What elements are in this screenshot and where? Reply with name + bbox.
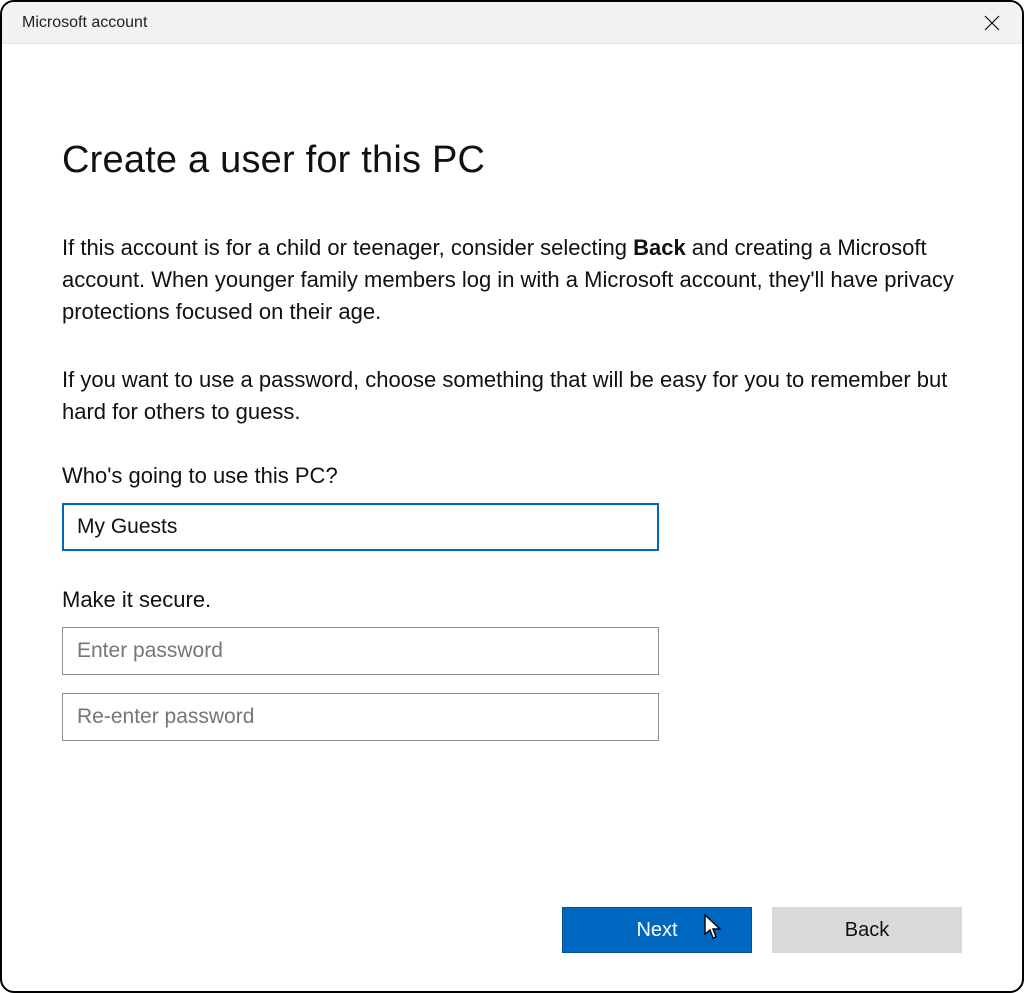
secure-label: Make it secure. [62,587,962,613]
next-button[interactable]: Next [562,907,752,953]
intro-paragraph-1: If this account is for a child or teenag… [62,232,962,328]
close-icon [984,15,1000,31]
dialog-content: Create a user for this PC If this accoun… [2,44,1022,991]
window-title: Microsoft account [22,14,147,32]
username-label: Who's going to use this PC? [62,463,962,489]
dialog-footer: Next Back [562,907,962,953]
password-input[interactable] [62,627,659,675]
password-confirm-input[interactable] [62,693,659,741]
dialog-window: Microsoft account Create a user for this… [0,0,1024,993]
password-group [62,627,962,741]
titlebar: Microsoft account [2,2,1022,44]
intro1-pre: If this account is for a child or teenag… [62,235,633,260]
intro1-bold: Back [633,235,686,260]
intro-paragraph-2: If you want to use a password, choose so… [62,364,962,428]
page-heading: Create a user for this PC [62,139,962,182]
back-button[interactable]: Back [772,907,962,953]
username-input[interactable] [62,503,659,551]
close-button[interactable] [980,11,1004,35]
